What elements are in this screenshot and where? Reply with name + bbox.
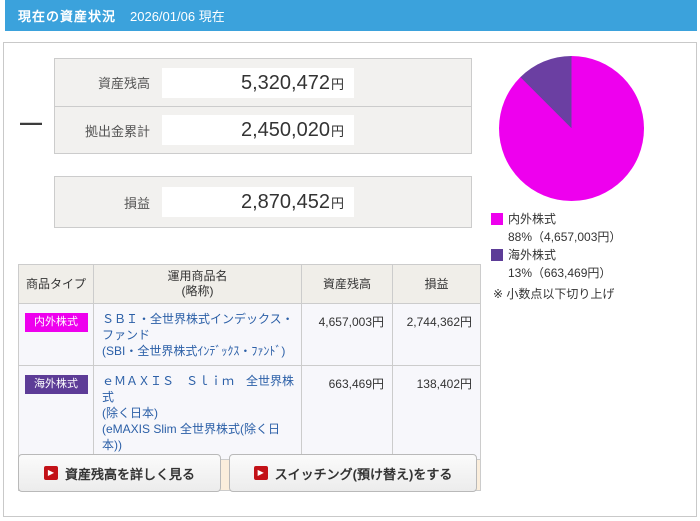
view-balance-detail-label: 資産残高を詳しく見る <box>64 466 195 482</box>
profit-cell: 138,402円 <box>392 365 481 460</box>
balance-value-box: 5,320,472円 <box>162 67 354 98</box>
profit-row: 損益 2,870,452円 <box>55 177 471 227</box>
legend-detail-foreign: 13%（663,469円） <box>508 266 612 280</box>
view-balance-detail-button[interactable]: ▶ 資産残高を詳しく見る <box>18 454 221 492</box>
type-cell: 海外株式 <box>18 365 94 460</box>
balance-value: 5,320,472 <box>241 71 330 94</box>
pie-legend: 内外株式 88%（4,657,003円） 海外株式 13%（663,469円） … <box>491 210 621 302</box>
product-name-cell: ｅＭＡＸＩＳ Ｓｌｉｍ 全世界株式 (除く日本) (eMAXIS Slim 全世界株… <box>93 365 302 460</box>
col-header-product-type: 商品タイプ <box>18 264 94 304</box>
header-date: 2026/01/06 現在 <box>130 9 225 24</box>
profit-label: 損益 <box>123 195 150 211</box>
page-title: 現在の資産状況 <box>18 9 117 24</box>
foreign-swatch-icon <box>491 249 503 261</box>
header-bar: 現在の資産状況 2026/01/06 現在 <box>5 0 697 31</box>
col-header-product-name: 運用商品名 (略称) <box>93 264 302 304</box>
table-row-foreign: 海外株式 ｅＭＡＸＩＳ Ｓｌｉｍ 全世界株式 (除く日本) (eMAXIS Slim… <box>18 365 481 460</box>
balance-row: 資産残高 5,320,472円 <box>55 59 471 106</box>
contribution-label: 拠出金累計 <box>84 123 150 139</box>
profit-box: 損益 2,870,452円 <box>54 176 472 228</box>
product-name-link[interactable]: ｅＭＡＸＩＳ Ｓｌｉｍ 全世界株式 (除く日本) (eMAXIS Slim 全世界株… <box>102 373 295 453</box>
switching-button[interactable]: ▶ スイッチング(預け替え)をする <box>229 454 477 492</box>
balance-label: 資産残高 <box>97 76 150 91</box>
legend-label-domestic: 内外株式 <box>508 212 557 226</box>
table-header-row: 商品タイプ 運用商品名 (略称) 資産残高 損益 <box>18 264 481 304</box>
play-icon: ▶ <box>43 466 58 480</box>
legend-item-domestic: 内外株式 88%（4,657,003円） <box>491 210 621 246</box>
legend-item-foreign: 海外株式 13%（663,469円） <box>491 246 621 282</box>
switching-label: スイッチング(預け替え)をする <box>274 466 453 482</box>
asset-status-panel: 資産残高 5,320,472円 拠出金累計 2,450,020円 — 損益 2,… <box>3 42 697 517</box>
type-cell: 内外株式 <box>18 303 94 366</box>
legend-detail-domestic: 88%（4,657,003円） <box>508 230 622 244</box>
table-row-domestic: 内外株式 ＳＢＩ・全世界株式インデックス・ファンド (SBI・全世界株式ｲﾝﾃﾞｯ… <box>18 303 481 366</box>
contribution-value-box: 2,450,020円 <box>162 115 354 145</box>
col-header-profit: 損益 <box>392 264 481 304</box>
col-header-balance: 資産残高 <box>301 264 393 304</box>
play-icon: ▶ <box>253 466 268 480</box>
balance-cell: 663,469円 <box>301 365 393 460</box>
profit-value: 2,870,452 <box>241 191 330 213</box>
balance-unit: 円 <box>330 76 344 92</box>
rounding-note: ※ 小数点以下切り上げ <box>493 287 615 301</box>
type-badge-domestic: 内外株式 <box>24 313 88 332</box>
contribution-unit: 円 <box>330 124 344 139</box>
legend-label-foreign: 海外株式 <box>508 248 557 262</box>
contribution-value: 2,450,020 <box>241 119 330 141</box>
balance-contribution-box: 資産残高 5,320,472円 拠出金累計 2,450,020円 <box>54 58 472 154</box>
pie-chart <box>499 56 644 201</box>
profit-value-box: 2,870,452円 <box>162 187 354 217</box>
product-name-link[interactable]: ＳＢＩ・全世界株式インデックス・ファンド (SBI・全世界株式ｲﾝﾃﾞｯｸｽ・ﾌｧ… <box>102 311 295 359</box>
product-name-cell: ＳＢＩ・全世界株式インデックス・ファンド (SBI・全世界株式ｲﾝﾃﾞｯｸｽ・ﾌｧ… <box>93 303 302 366</box>
profit-cell: 2,744,362円 <box>392 303 481 366</box>
type-badge-foreign: 海外株式 <box>24 375 88 394</box>
profit-unit: 円 <box>330 196 344 211</box>
minus-sign: — <box>20 110 42 135</box>
balance-cell: 4,657,003円 <box>301 303 393 366</box>
domestic-swatch-icon <box>491 213 503 225</box>
contribution-row: 拠出金累計 2,450,020円 <box>55 106 471 153</box>
